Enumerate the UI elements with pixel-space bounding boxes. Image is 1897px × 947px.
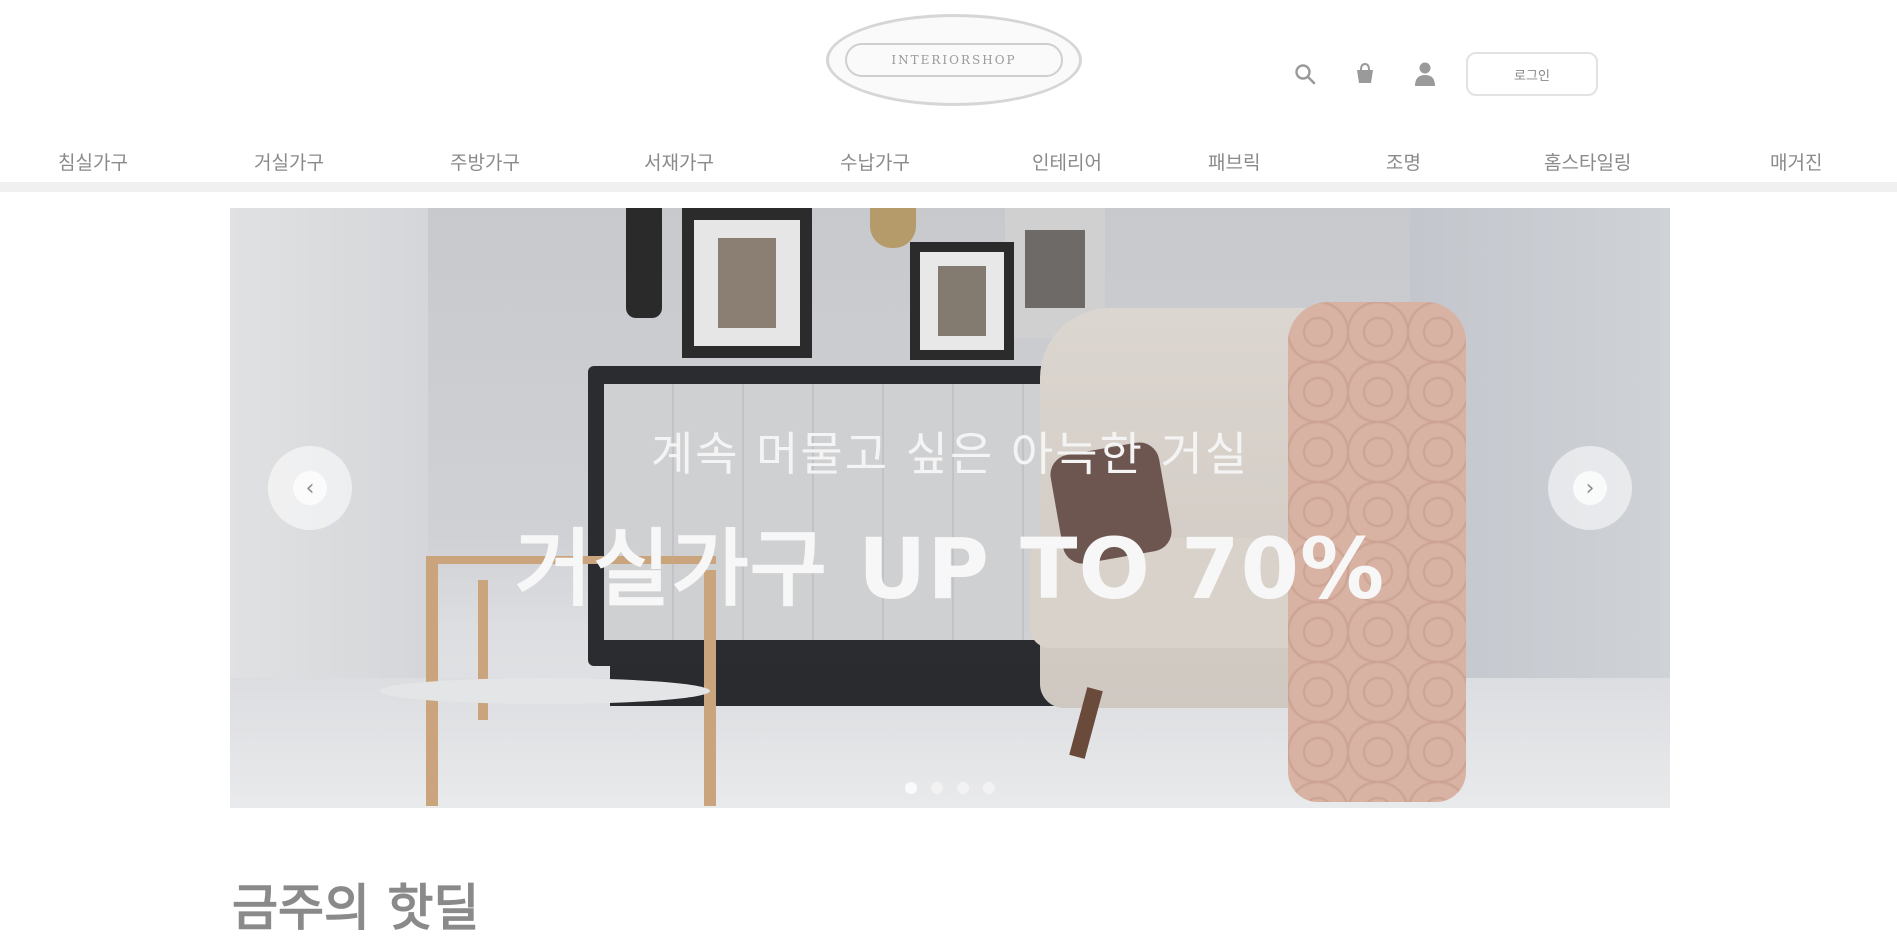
login-button[interactable]: 로그인 (1466, 52, 1598, 96)
hero-banner[interactable]: 계속 머물고 싶은 아늑한 거실 거실가구 UP TO 70% ‹ › (230, 208, 1670, 808)
nav-item[interactable]: 주방가구 (450, 148, 520, 175)
banner-photo-lamp (626, 208, 662, 318)
site-logo[interactable]: INTERIORSHOP (826, 14, 1082, 106)
banner-dot[interactable] (957, 782, 969, 794)
main-nav: 침실가구 거실가구 주방가구 서재가구 수납가구 인테리어 패브릭 조명 홈스타… (0, 138, 1897, 192)
nav-item[interactable]: 서재가구 (644, 148, 714, 175)
site-header: INTERIORSHOP 로그인 침실가구 거실가구 주방가구 서재가구 수납가… (0, 0, 1897, 192)
chevron-right-icon: › (1573, 471, 1607, 505)
nav-item[interactable]: 패브릭 (1208, 148, 1260, 175)
nav-item[interactable]: 거실가구 (254, 148, 324, 175)
banner-subtitle: 계속 머물고 싶은 아늑한 거실 (650, 427, 1250, 481)
nav-item[interactable]: 수납가구 (840, 148, 910, 175)
banner-pagination (230, 782, 1670, 794)
banner-photo-table-top (380, 678, 710, 704)
nav-item[interactable]: 침실가구 (58, 148, 128, 175)
banner-dot[interactable] (905, 782, 917, 794)
cart-icon[interactable] (1350, 54, 1380, 94)
nav-item[interactable]: 매거진 (1770, 148, 1822, 175)
header-actions: 로그인 (1290, 52, 1598, 96)
banner-dot[interactable] (983, 782, 995, 794)
section-title: 금주의 핫딜 (232, 879, 480, 937)
banner-title: 거실가구 UP TO 70% (514, 520, 1386, 618)
chevron-left-icon: ‹ (293, 471, 327, 505)
banner-dot[interactable] (931, 782, 943, 794)
banner-photo-frame (910, 242, 1014, 360)
banner-next-button[interactable]: › (1548, 446, 1632, 530)
search-icon[interactable] (1290, 54, 1320, 94)
logo-text: INTERIORSHOP (845, 43, 1063, 77)
banner-prev-button[interactable]: ‹ (268, 446, 352, 530)
user-icon[interactable] (1410, 54, 1440, 94)
nav-item[interactable]: 홈스타일링 (1544, 148, 1631, 175)
nav-item[interactable]: 인테리어 (1032, 148, 1102, 175)
nav-item[interactable]: 조명 (1386, 148, 1421, 175)
banner-photo-frame (682, 208, 812, 358)
